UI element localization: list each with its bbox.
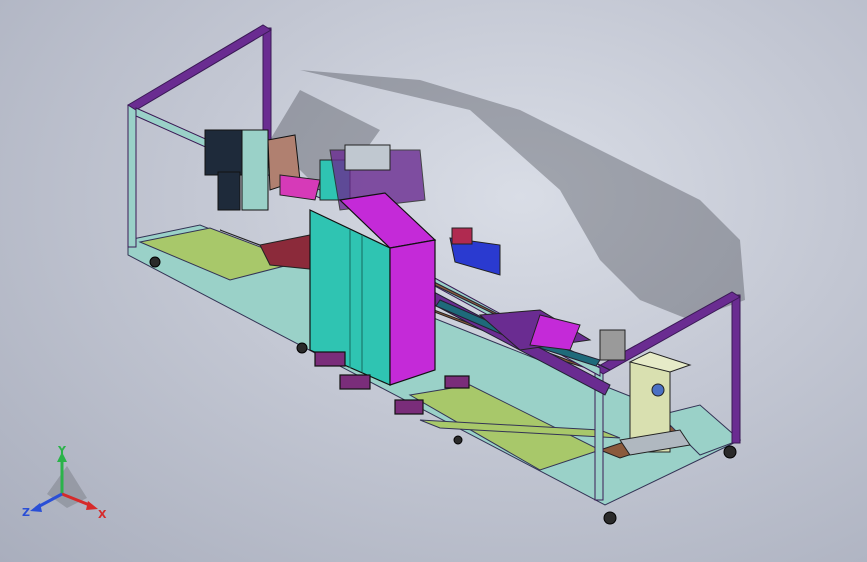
graphics-viewport[interactable]: Y Z X [0,0,867,562]
x-axis-label: X [98,508,107,521]
x-arrow-icon [86,501,98,510]
z-axis-label: Z [22,506,30,519]
z-arrow-icon [30,503,42,512]
view-orientation-triad[interactable]: Y Z X [22,446,112,526]
y-axis-label: Y [57,446,67,457]
drive-motor [204,129,301,211]
support-housing [619,351,692,456]
machine-assembly-model[interactable] [0,0,867,562]
